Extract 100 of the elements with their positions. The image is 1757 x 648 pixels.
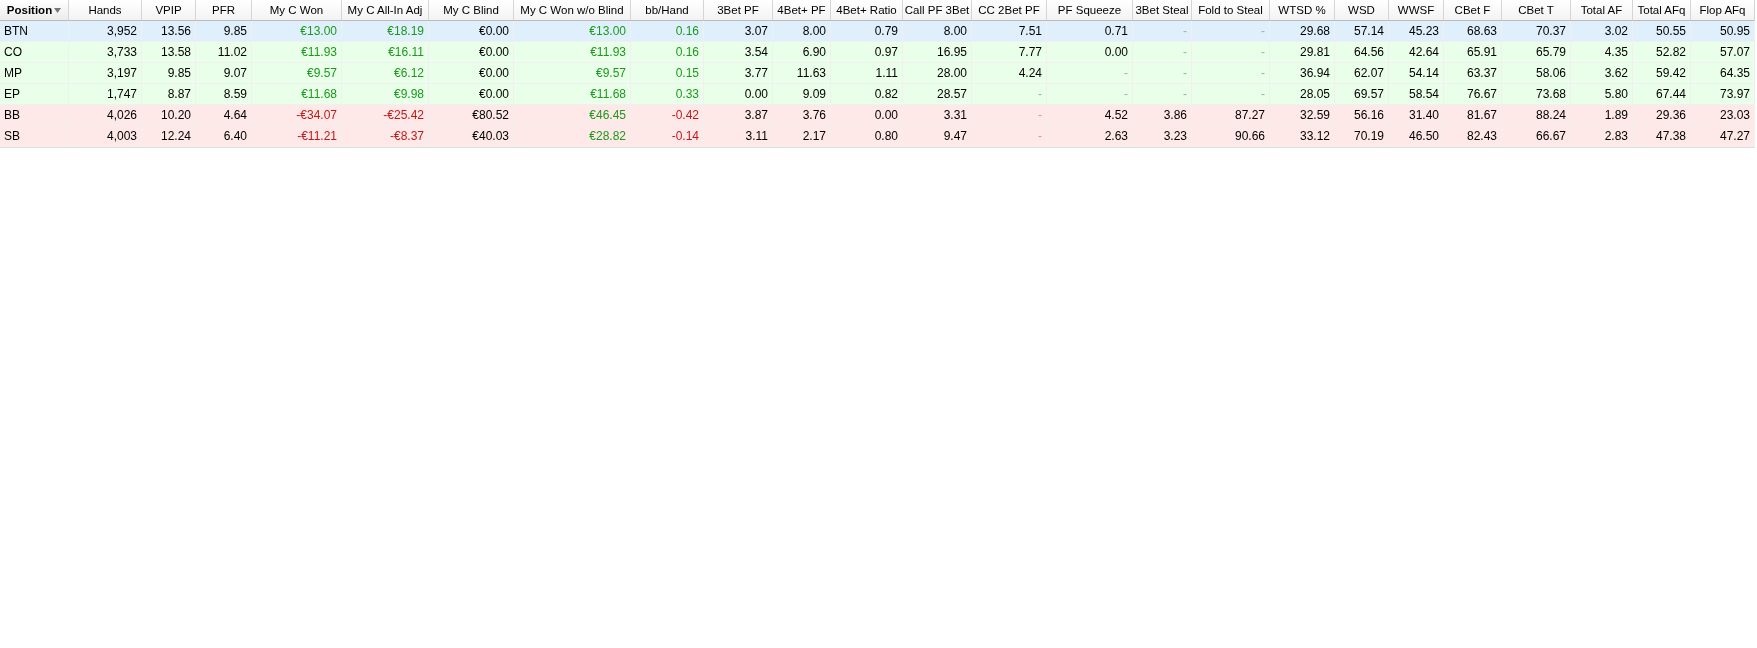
table-cell: 29.68 (1270, 21, 1335, 42)
table-cell: 28.00 (903, 63, 972, 84)
table-cell: CO (0, 42, 69, 63)
table-cell: €11.93 (252, 42, 342, 63)
table-cell: 6.40 (196, 126, 252, 147)
table-cell: 73.68 (1502, 84, 1571, 105)
table-cell: 42.64 (1389, 42, 1444, 63)
table-cell: - (1133, 84, 1192, 105)
column-header[interactable]: WSD (1335, 0, 1389, 21)
table-cell: €9.98 (342, 84, 429, 105)
table-cell: 28.57 (903, 84, 972, 105)
table-cell: - (1133, 21, 1192, 42)
table-cell: 8.00 (773, 21, 831, 42)
column-header[interactable]: bb/Hand (631, 0, 704, 21)
column-header[interactable]: Total AF (1571, 0, 1633, 21)
table-cell: €9.57 (514, 63, 631, 84)
column-header[interactable]: Hands (69, 0, 142, 21)
table-cell: BB (0, 105, 69, 126)
table-cell: 52.82 (1633, 42, 1691, 63)
table-cell: -€11.21 (252, 126, 342, 147)
table-cell: 1.89 (1571, 105, 1633, 126)
table-cell: €11.93 (514, 42, 631, 63)
table-cell: 4,026 (69, 105, 142, 126)
table-cell: €18.19 (342, 21, 429, 42)
column-header[interactable]: VPIP (142, 0, 196, 21)
column-header[interactable]: Total AFq (1633, 0, 1691, 21)
table-cell: 1,747 (69, 84, 142, 105)
table-cell: 3.02 (1571, 21, 1633, 42)
table-cell: - (1133, 63, 1192, 84)
table-cell: €28.82 (514, 126, 631, 147)
column-header[interactable]: 3Bet PF (704, 0, 773, 21)
table-cell: 1.11 (831, 63, 903, 84)
table-cell: 62.07 (1335, 63, 1389, 84)
table-cell: 23.03 (1691, 105, 1755, 126)
table-cell: 45.23 (1389, 21, 1444, 42)
table-cell: 8.59 (196, 84, 252, 105)
table-cell: €0.00 (429, 84, 514, 105)
column-header[interactable]: 3Bet Steal (1133, 0, 1192, 21)
table-cell: -€8.37 (342, 126, 429, 147)
table-cell: 58.06 (1502, 63, 1571, 84)
table-cell: 3.11 (704, 126, 773, 147)
column-header[interactable]: My C Won w/o Blind (514, 0, 631, 21)
column-header[interactable]: PF Squeeze (1047, 0, 1133, 21)
column-header[interactable]: My C Blind (429, 0, 514, 21)
column-header[interactable]: CBet T (1502, 0, 1571, 21)
table-cell: 3.87 (704, 105, 773, 126)
table-cell: 4.64 (196, 105, 252, 126)
column-header[interactable]: My C All-In Adj (342, 0, 429, 21)
table-cell: 2.83 (1571, 126, 1633, 147)
table-cell: 0.80 (831, 126, 903, 147)
table-cell: 29.36 (1633, 105, 1691, 126)
table-cell: 0.00 (1047, 42, 1133, 63)
table-cell: 66.67 (1502, 126, 1571, 147)
column-header[interactable]: Position (0, 0, 69, 21)
table-cell: 0.00 (831, 105, 903, 126)
table-cell: 73.97 (1691, 84, 1755, 105)
column-header[interactable]: Flop AFq (1691, 0, 1755, 21)
table-cell: - (1192, 63, 1270, 84)
column-header[interactable]: 4Bet+ Ratio (831, 0, 903, 21)
column-header[interactable]: Call PF 3Bet (903, 0, 972, 21)
table-cell: 56.16 (1335, 105, 1389, 126)
table-cell: 3.77 (704, 63, 773, 84)
table-cell: 46.50 (1389, 126, 1444, 147)
table-cell: 11.63 (773, 63, 831, 84)
table-cell: 90.66 (1192, 126, 1270, 147)
column-header[interactable]: 4Bet+ PF (773, 0, 831, 21)
table-cell: MP (0, 63, 69, 84)
table-cell: 28.05 (1270, 84, 1335, 105)
table-cell: 76.67 (1444, 84, 1502, 105)
table-cell: 70.19 (1335, 126, 1389, 147)
table-cell: 13.58 (142, 42, 196, 63)
table-cell: 70.37 (1502, 21, 1571, 42)
table-cell: 4.52 (1047, 105, 1133, 126)
table-cell: €46.45 (514, 105, 631, 126)
column-header[interactable]: PFR (196, 0, 252, 21)
column-header[interactable]: WTSD % (1270, 0, 1335, 21)
table-cell: 3,952 (69, 21, 142, 42)
table-cell: -0.42 (631, 105, 704, 126)
table-cell: €11.68 (514, 84, 631, 105)
table-cell: 0.71 (1047, 21, 1133, 42)
table-cell: 81.67 (1444, 105, 1502, 126)
table-cell: 4.24 (972, 63, 1047, 84)
column-header[interactable]: CC 2Bet PF (972, 0, 1047, 21)
table-cell: 65.79 (1502, 42, 1571, 63)
column-header[interactable]: WWSF (1389, 0, 1444, 21)
column-header[interactable]: Fold to Steal (1192, 0, 1270, 21)
column-header[interactable]: My C Won (252, 0, 342, 21)
table-cell: 2.63 (1047, 126, 1133, 147)
table-cell: 36.94 (1270, 63, 1335, 84)
table-cell: - (1192, 42, 1270, 63)
table-cell: 4,003 (69, 126, 142, 147)
table-cell: 57.07 (1691, 42, 1755, 63)
table-cell: 3,733 (69, 42, 142, 63)
table-cell: 6.90 (773, 42, 831, 63)
table-cell: 3,197 (69, 63, 142, 84)
table-cell: 47.38 (1633, 126, 1691, 147)
table-cell: 9.47 (903, 126, 972, 147)
table-cell: 57.14 (1335, 21, 1389, 42)
column-header[interactable]: CBet F (1444, 0, 1502, 21)
table-cell: -€25.42 (342, 105, 429, 126)
